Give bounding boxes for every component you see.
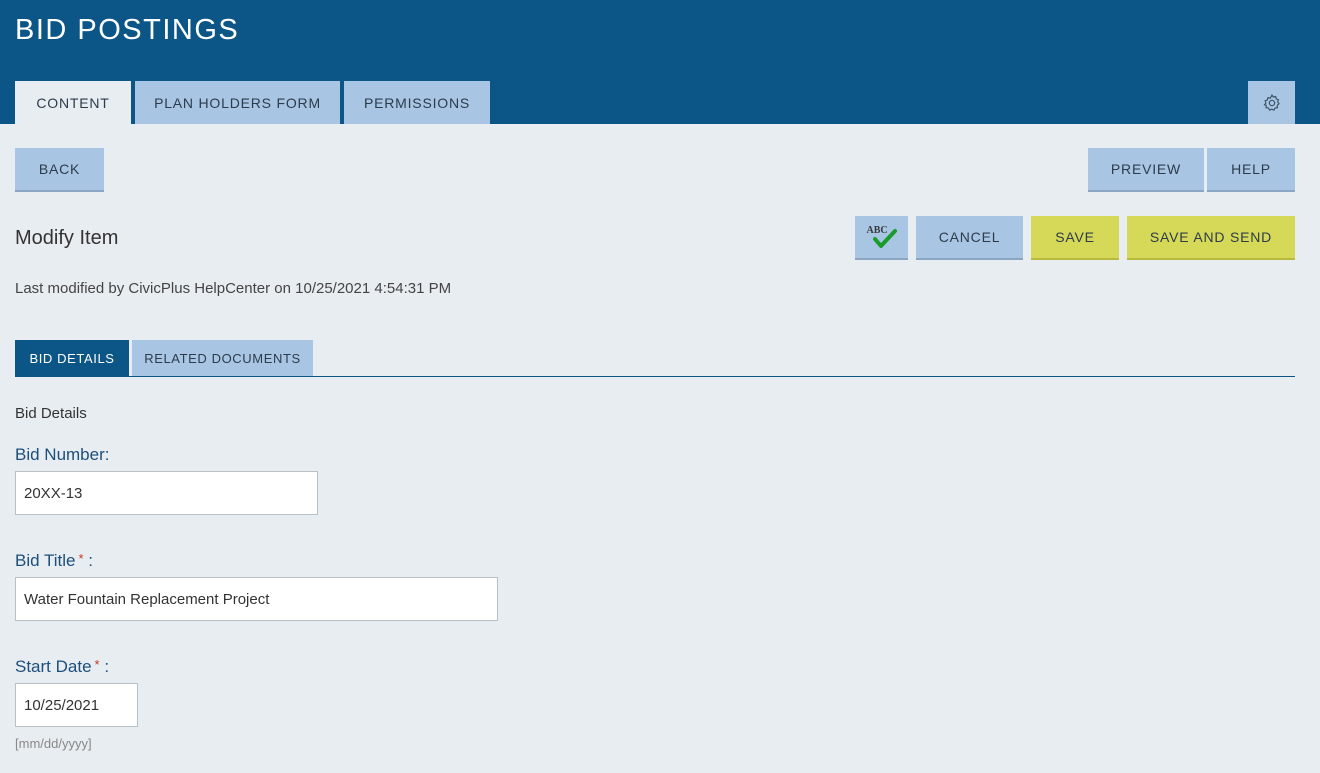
start-date-label-text: Start Date: [15, 657, 92, 676]
page-title: Modify Item: [15, 227, 119, 249]
bid-title-input[interactable]: [15, 577, 498, 621]
save-and-send-button-label: SAVE AND SEND: [1149, 229, 1273, 245]
tab-plan-holders-form[interactable]: PLAN HOLDERS FORM: [135, 81, 340, 124]
start-date-label: Start Date * :: [15, 657, 109, 677]
save-and-send-button[interactable]: SAVE AND SEND: [1127, 216, 1295, 260]
bid-title-label-suffix: :: [83, 551, 93, 570]
tab-divider: [15, 376, 1295, 377]
tab-bid-details-label: BID DETAILS: [29, 350, 115, 366]
bid-number-label-text: Bid Number:: [15, 445, 110, 464]
cancel-button[interactable]: CANCEL: [916, 216, 1023, 260]
tab-permissions[interactable]: PERMISSIONS: [344, 81, 490, 124]
tab-permissions-label: PERMISSIONS: [363, 94, 471, 111]
tab-bid-details[interactable]: BID DETAILS: [15, 340, 129, 376]
preview-button[interactable]: PREVIEW: [1088, 148, 1204, 192]
save-button-label: SAVE: [1055, 229, 1095, 245]
last-modified-text: Last modified by CivicPlus HelpCenter on…: [15, 280, 452, 297]
date-format-hint: [mm/dd/yyyy]: [15, 736, 92, 751]
bid-number-input[interactable]: [15, 471, 318, 515]
tab-related-documents-label: RELATED DOCUMENTS: [144, 350, 301, 366]
bid-number-label: Bid Number:: [15, 445, 109, 465]
back-button[interactable]: BACK: [15, 148, 104, 192]
help-button-label: HELP: [1231, 161, 1271, 177]
bid-title-label: Bid Title * :: [15, 551, 93, 571]
tab-related-documents[interactable]: RELATED DOCUMENTS: [132, 340, 313, 376]
bid-title-label-text: Bid Title: [15, 551, 76, 570]
app-title: BID POSTINGS: [15, 14, 240, 46]
cancel-button-label: CANCEL: [938, 229, 1001, 245]
spellcheck-icon: ABC: [866, 225, 898, 249]
tab-content-label: CONTENT: [36, 94, 110, 111]
spellcheck-button[interactable]: ABC: [855, 216, 908, 260]
gear-icon: [1262, 93, 1282, 113]
app-header: BID POSTINGS CONTENT PLAN HOLDERS FORM P…: [0, 0, 1320, 124]
tab-content[interactable]: CONTENT: [15, 81, 131, 124]
start-date-label-suffix: :: [99, 657, 110, 676]
save-button[interactable]: SAVE: [1031, 216, 1119, 260]
tab-plan-holders-form-label: PLAN HOLDERS FORM: [154, 94, 321, 111]
back-button-label: BACK: [38, 161, 81, 177]
preview-button-label: PREVIEW: [1110, 161, 1182, 177]
start-date-input[interactable]: [15, 683, 138, 727]
settings-button[interactable]: [1248, 81, 1295, 124]
form-group-title: Bid Details: [15, 405, 87, 422]
help-button[interactable]: HELP: [1207, 148, 1295, 192]
